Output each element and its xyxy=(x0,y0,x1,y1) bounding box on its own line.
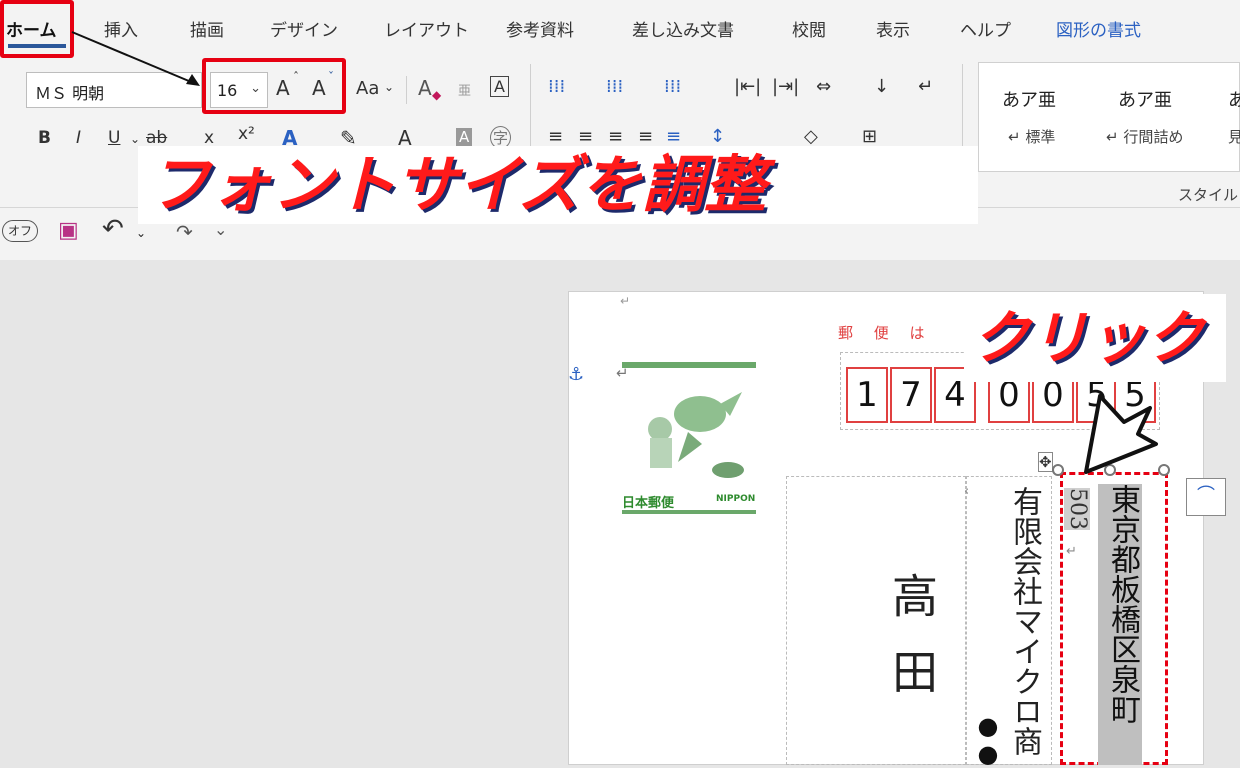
tab-review[interactable]: 校閲 xyxy=(792,16,826,41)
justify-icon[interactable]: ≡ xyxy=(638,126,653,147)
style-name[interactable]: 見 xyxy=(1228,126,1240,147)
caption-adjust-font-size: フォントサイズを調整 xyxy=(138,146,978,224)
font-size-highlight xyxy=(202,58,346,114)
style-sample[interactable]: あ xyxy=(1228,86,1240,112)
address-line: 東京都板橋区泉町 xyxy=(1098,484,1142,765)
bullet-dots: ●● xyxy=(974,712,1002,768)
stamp-label-nippon: NIPPON xyxy=(716,494,756,504)
superscript-button[interactable]: x² xyxy=(238,124,255,144)
styles-group-label: スタイル xyxy=(1178,186,1239,204)
style-sample[interactable]: あア亜 xyxy=(1002,86,1056,112)
shading-icon[interactable]: ◇ xyxy=(804,126,818,147)
align-center-icon[interactable]: ≡ xyxy=(578,126,593,147)
chevron-down-icon: ⌄ xyxy=(130,132,141,146)
stamp-label-japan: 日本郵便 xyxy=(622,496,675,511)
separator xyxy=(406,76,407,104)
layout-options-icon[interactable]: ⌒ xyxy=(1186,478,1226,516)
subscript-button[interactable]: x xyxy=(204,128,214,148)
autosave-toggle[interactable]: オフ xyxy=(2,220,38,242)
chevron-down-icon: ⌄ xyxy=(384,80,395,94)
paragraph-mark-icon: ↵ xyxy=(1066,544,1077,559)
decrease-indent-icon[interactable]: |⇤| xyxy=(734,76,761,97)
distributed-icon[interactable]: ≡ xyxy=(666,126,681,147)
zip-digit-box: 7 xyxy=(890,367,932,423)
clear-format-button[interactable]: A xyxy=(418,76,432,100)
phonetic-guide-button[interactable]: 亜 xyxy=(458,80,471,99)
increase-indent-icon[interactable]: |⇥| xyxy=(772,76,799,97)
tab-references[interactable]: 参考資料 xyxy=(506,16,574,41)
dolphin-stamp-image xyxy=(648,392,744,478)
company-name: 有限会社マイクロ商 xyxy=(1007,486,1042,756)
sort-icon[interactable]: ↓ xyxy=(874,76,889,97)
tab-mailings[interactable]: 差し込み文書 xyxy=(632,16,734,41)
eraser-icon: ◆ xyxy=(432,88,442,102)
move-handle-icon[interactable]: ✥ xyxy=(1038,452,1053,472)
borders-icon[interactable]: ⊞ xyxy=(862,126,877,147)
save-icon[interactable]: ▣ xyxy=(58,218,79,243)
tab-help[interactable]: ヘルプ xyxy=(960,16,1011,41)
chevron-down-icon: ⌄ xyxy=(136,226,147,240)
address-number: 503 xyxy=(1064,488,1090,530)
tab-design[interactable]: デザイン xyxy=(270,16,338,41)
multilevel-list-icon[interactable]: ⁞⁞⁞ xyxy=(664,76,681,97)
tab-view[interactable]: 表示 xyxy=(876,16,910,41)
style-name[interactable]: ↵ 標準 xyxy=(1008,126,1055,147)
paragraph-mark-icon: ‹ xyxy=(964,484,970,499)
undo-icon[interactable]: ↶ xyxy=(102,214,124,244)
anchor-icon: ⚓ xyxy=(568,364,585,385)
align-right-icon[interactable]: ≡ xyxy=(608,126,623,147)
stamp-bottom-bar xyxy=(622,510,756,514)
tab-shape-format[interactable]: 図形の書式 xyxy=(1056,16,1141,41)
char-border-button[interactable]: A xyxy=(490,76,509,97)
strikethrough-button[interactable]: ab xyxy=(146,128,167,148)
style-sample[interactable]: あア亜 xyxy=(1118,86,1172,112)
italic-button[interactable]: I xyxy=(76,128,81,148)
cursor-pointer-icon xyxy=(1084,394,1158,474)
tab-layout[interactable]: レイアウト xyxy=(384,16,469,41)
char-spacing-icon[interactable]: ⇔ xyxy=(816,76,831,97)
arrow-icon xyxy=(71,31,200,86)
zip-digit-box: 1 xyxy=(846,367,888,423)
postcard-header: 郵 便 は xyxy=(838,324,933,342)
style-name[interactable]: ↵ 行間詰め xyxy=(1106,126,1183,147)
align-left-icon[interactable]: ≡ xyxy=(548,126,563,147)
underline-button[interactable]: U xyxy=(108,128,120,148)
line-spacing-icon[interactable]: ↕ xyxy=(710,126,725,147)
paragraph-mark-icon[interactable]: ↵ xyxy=(918,76,933,97)
stamp-top-bar xyxy=(622,362,756,368)
paragraph-mark-icon: ↵ xyxy=(620,294,631,308)
bold-button[interactable]: B xyxy=(38,128,51,148)
bullets-icon[interactable]: ⁞⁞⁞ xyxy=(548,76,565,97)
styles-gallery xyxy=(978,62,1240,172)
caption-click: クリック xyxy=(964,294,1226,382)
resize-handle[interactable] xyxy=(1052,464,1064,476)
recipient-name: 高田 xyxy=(885,572,939,724)
numbering-icon[interactable]: ⁞⁞⁞ xyxy=(606,76,623,97)
char-shading-button[interactable]: A xyxy=(456,128,473,146)
change-case-button[interactable]: Aa xyxy=(356,78,379,99)
